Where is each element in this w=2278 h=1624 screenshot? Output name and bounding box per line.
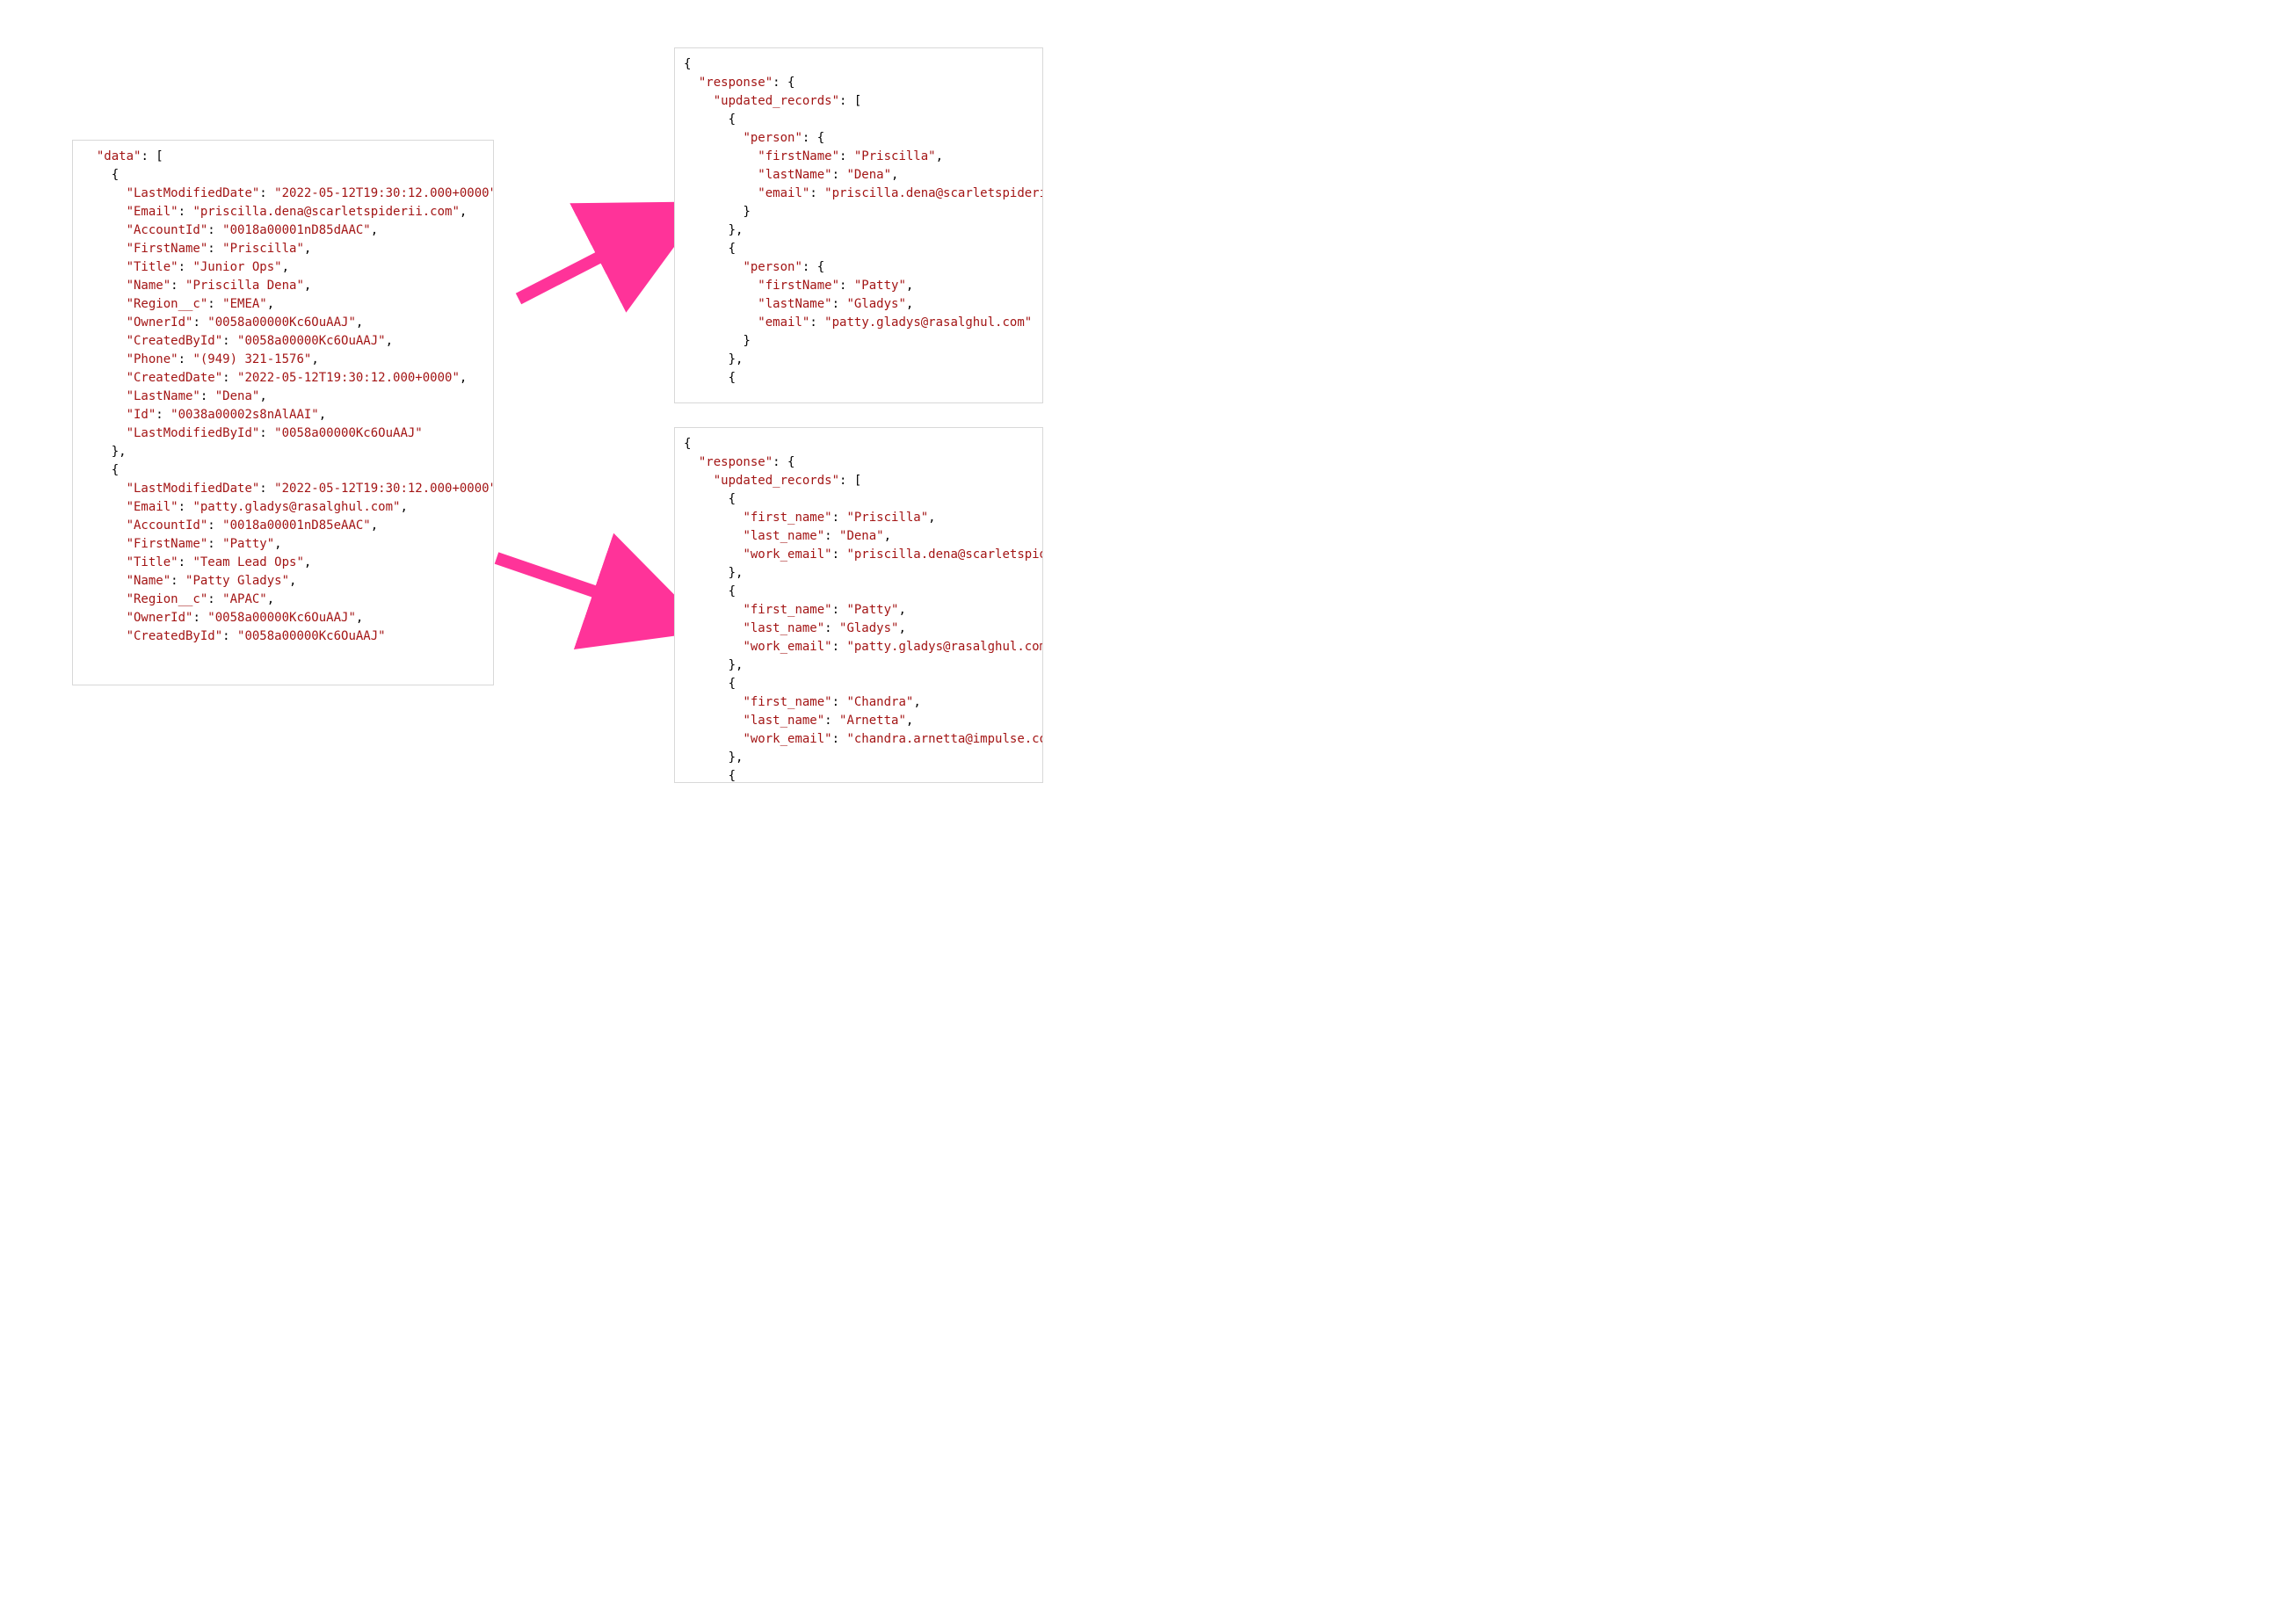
arrow-top	[519, 224, 664, 299]
response-json-output-2: { "response": { "updated_records": [ { "…	[684, 435, 1034, 783]
source-json-output: "data": [ { "LastModifiedDate": "2022-05…	[82, 148, 484, 646]
source-data-box: "data": [ { "LastModifiedDate": "2022-05…	[72, 140, 494, 685]
diagram-container: "data": [ { "LastModifiedDate": "2022-05…	[0, 0, 1139, 812]
arrow-bottom	[497, 558, 664, 615]
response-json-output-1: { "response": { "updated_records": [ { "…	[684, 55, 1034, 388]
response-box-2: { "response": { "updated_records": [ { "…	[674, 427, 1043, 783]
response-box-1: { "response": { "updated_records": [ { "…	[674, 47, 1043, 403]
